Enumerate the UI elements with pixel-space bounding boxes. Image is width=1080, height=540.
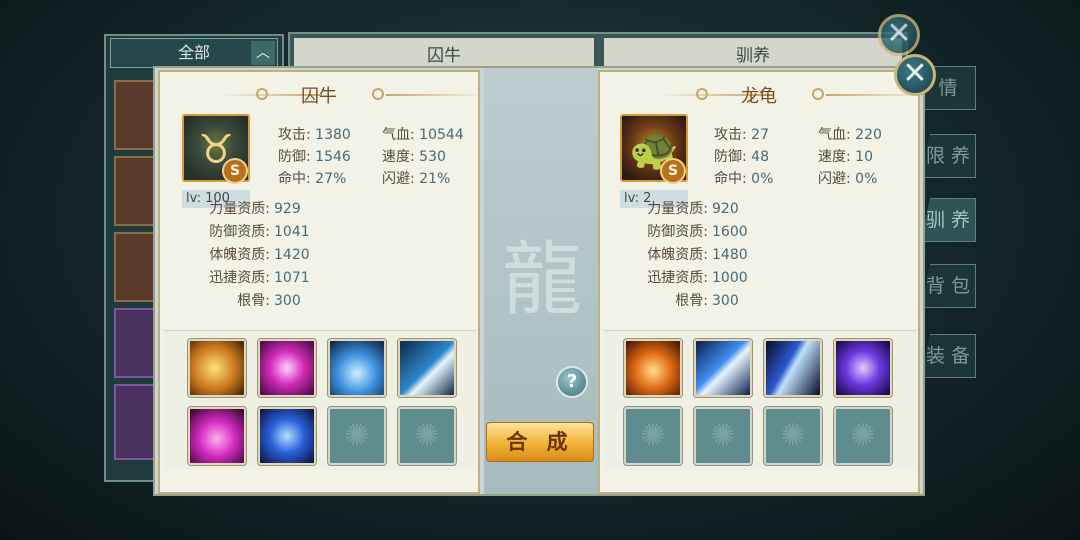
purple-vortex-skill-icon[interactable] — [834, 339, 892, 397]
left-pet-grade-badge: S — [222, 158, 248, 184]
right-pet-grade-badge: S — [660, 158, 686, 184]
pet-list-card[interactable] — [114, 80, 156, 150]
side-tab-equip[interactable]: 装 备 — [920, 334, 976, 378]
combine-button[interactable]: 合 成 — [486, 422, 594, 462]
empty-skill-slot[interactable] — [834, 407, 892, 465]
pink-heart-skill-icon[interactable] — [188, 407, 246, 465]
dragon-emblem-icon: 龍 — [502, 233, 582, 326]
aptitude-defense: 防御资质: 1600 — [647, 224, 748, 240]
stat-hit: 命中: 27% — [278, 171, 347, 187]
left-skill-area — [164, 330, 476, 470]
side-tab-bag[interactable]: 背 包 — [920, 264, 976, 308]
empty-skill-slot[interactable] — [764, 407, 822, 465]
aptitude-root: 根骨: 300 — [237, 293, 301, 309]
side-tab-train[interactable]: 驯 养 — [920, 198, 976, 242]
pet-list-card[interactable] — [114, 308, 156, 378]
stat-speed: 速度: 10 — [818, 149, 873, 165]
stat-hit: 命中: 0% — [714, 171, 774, 187]
empty-skill-slot[interactable] — [328, 407, 386, 465]
pet-filter-dropdown[interactable]: 全部 ︿ — [110, 38, 278, 68]
pet-list-card[interactable] — [114, 156, 156, 226]
stat-attack: 攻击: 1380 — [278, 127, 351, 143]
stat-hp: 气血: 220 — [818, 127, 882, 143]
stat-dodge: 闪避: 21% — [382, 171, 451, 187]
purple-vortex-skill-icon[interactable] — [258, 339, 316, 397]
pet-list-card[interactable] — [114, 384, 156, 460]
lion-roar-skill-icon[interactable] — [188, 339, 246, 397]
aptitude-physique: 体魄资质: 1420 — [209, 247, 310, 263]
pet-filter-label: 全部 — [177, 43, 210, 62]
blue-swirl-skill-icon[interactable] — [258, 407, 316, 465]
empty-skill-slot[interactable] — [694, 407, 752, 465]
pet-list-card[interactable] — [114, 232, 156, 302]
stat-defense: 防御: 48 — [714, 149, 769, 165]
aptitude-agility: 迅捷资质: 1000 — [647, 270, 748, 286]
background-close-icon[interactable]: ✕ — [878, 14, 920, 56]
stat-defense: 防御: 1546 — [278, 149, 351, 165]
right-pet-panel: 龙龟 🐢 S lv: 2 攻击: 27 气血: 220 防御: 48 速度: 1… — [598, 70, 926, 494]
stat-hp: 气血: 10544 — [382, 127, 464, 143]
aptitude-agility: 迅捷资质: 1071 — [209, 270, 310, 286]
aptitude-physique: 体魄资质: 1480 — [647, 247, 748, 263]
help-button[interactable]: ? — [556, 366, 588, 398]
lightning-skill-icon[interactable] — [398, 339, 456, 397]
empty-skill-slot[interactable] — [624, 407, 682, 465]
lightning-arrow-skill-icon[interactable] — [694, 339, 752, 397]
aptitude-strength: 力量资质: 929 — [209, 201, 301, 217]
aptitude-defense: 防御资质: 1041 — [209, 224, 310, 240]
title-ornament — [812, 88, 824, 100]
right-skill-area — [604, 330, 916, 470]
blue-heart-skill-icon[interactable] — [328, 339, 386, 397]
fire-shield-skill-icon[interactable] — [624, 339, 682, 397]
empty-skill-slot[interactable] — [398, 407, 456, 465]
claw-slash-skill-icon[interactable] — [764, 339, 822, 397]
chevron-up-icon[interactable]: ︿ — [251, 41, 275, 65]
title-ornament — [372, 88, 384, 100]
aptitude-strength: 力量资质: 920 — [647, 201, 739, 217]
stat-attack: 攻击: 27 — [714, 127, 769, 143]
left-pet-panel: 囚牛 ♉ S lv: 100 攻击: 1380 气血: 10544 防御: 15… — [158, 70, 486, 494]
stat-dodge: 闪避: 0% — [818, 171, 878, 187]
aptitude-root: 根骨: 300 — [675, 293, 739, 309]
side-tab-nurture[interactable]: 限 养 — [920, 134, 976, 178]
title-ornament — [386, 94, 486, 96]
stat-speed: 速度: 530 — [382, 149, 446, 165]
close-icon[interactable]: ✕ — [894, 54, 936, 96]
